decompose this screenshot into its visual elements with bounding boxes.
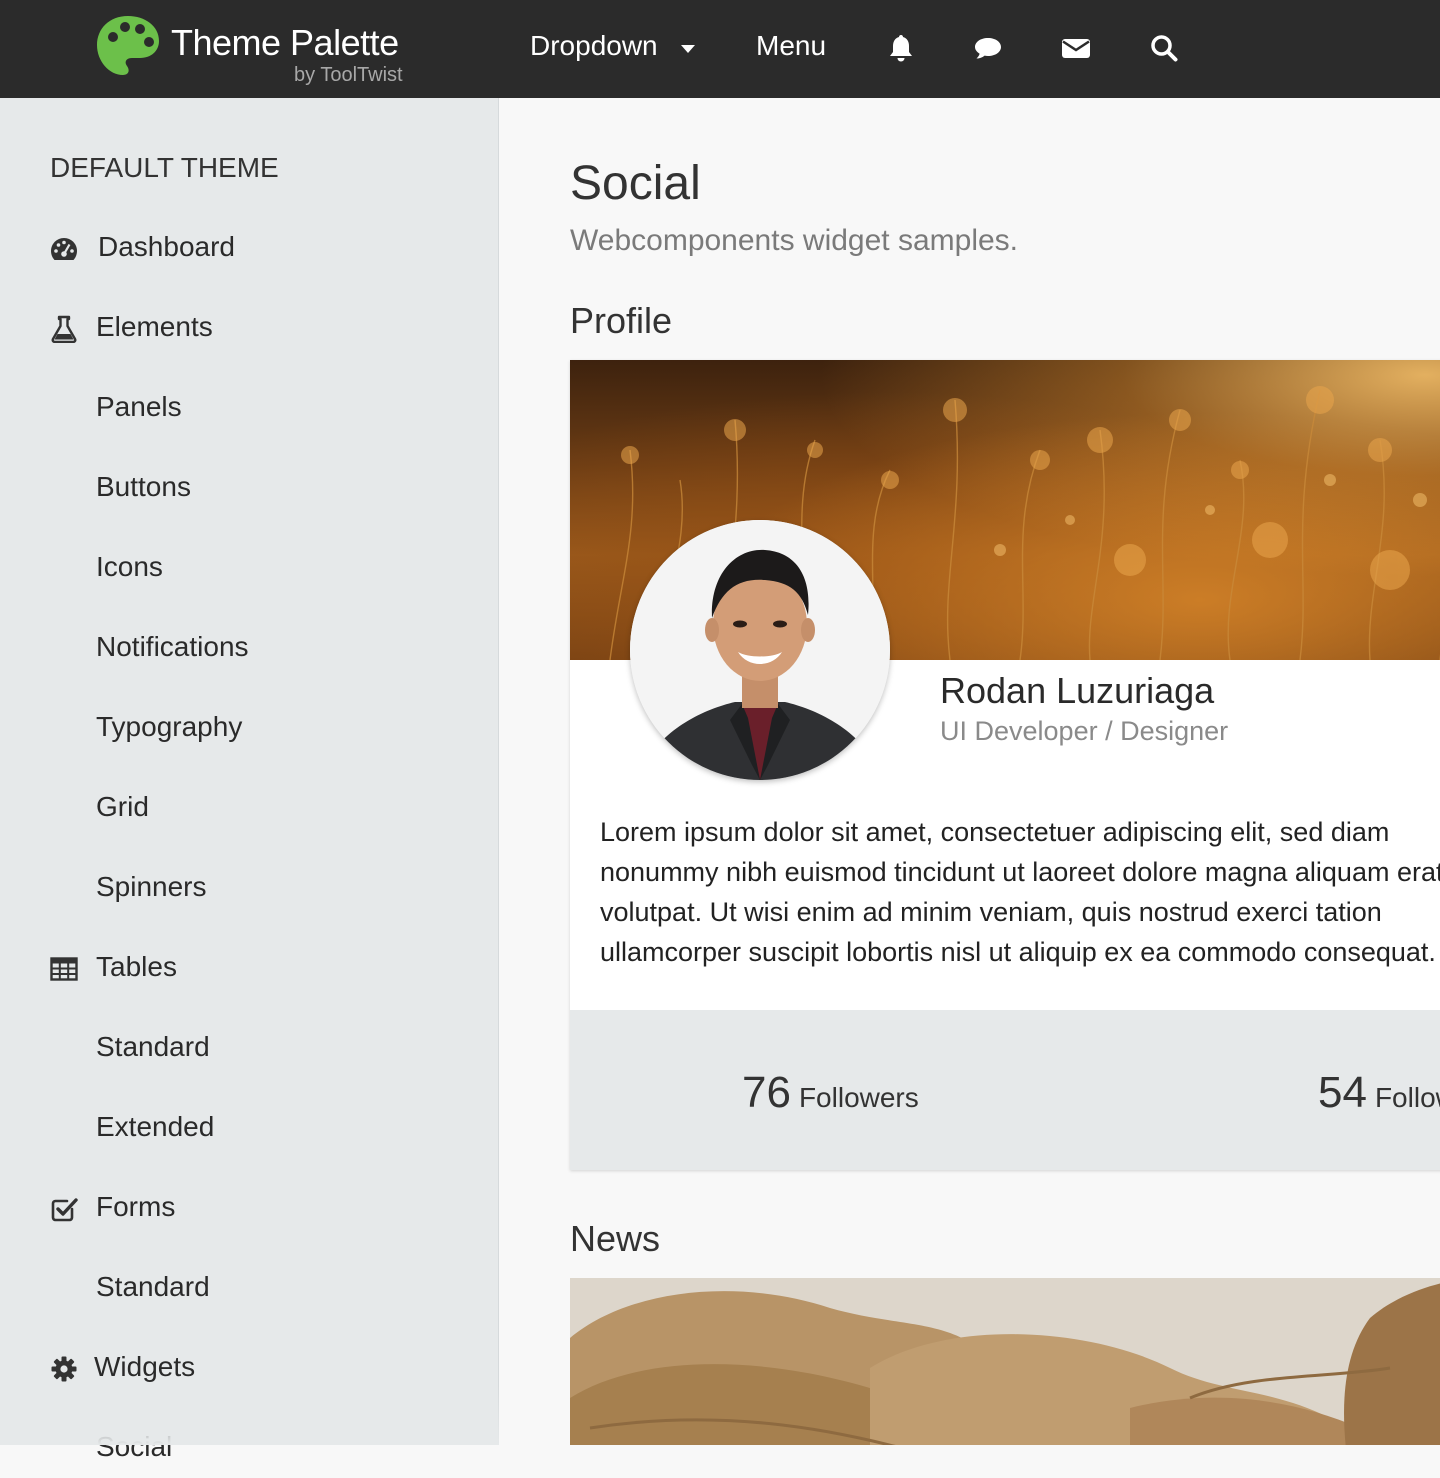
page-subtitle: Webcomponents widget samples. [570,224,1019,257]
table-icon [50,955,78,983]
sidebar-item-dashboard[interactable]: Dashboard [0,218,499,278]
sidebar-item-grid[interactable]: Grid [0,778,499,838]
profile-stats: 76Followers 54Following [570,1010,1440,1170]
sidebar-item-label: Dashboard [98,231,235,262]
sidebar-item-buttons[interactable]: Buttons [0,458,499,518]
nav-menu[interactable]: Menu [756,30,826,62]
search-icon[interactable] [1149,33,1179,63]
avatar [630,520,890,780]
news-image [570,1278,1440,1445]
profile-card: Rodan Luzuriaga UI Developer / Designer … [570,360,1440,1170]
sidebar-item-tables[interactable]: Tables [0,938,499,998]
sidebar-item-label: Forms [96,1191,176,1222]
flask-icon [50,315,78,343]
sidebar-item-elements[interactable]: Elements [0,298,499,358]
brand-title[interactable]: Theme Palette [171,22,399,64]
profile-heading: Profile [570,300,673,341]
nav-dropdown[interactable]: Dropdown [530,30,658,62]
sidebar-heading: DEFAULT THEME [50,152,279,183]
sidebar-item-label: Notifications [96,631,249,662]
sidebar-item-spinners[interactable]: Spinners [0,858,499,918]
brand-subtitle: by ToolTwist [294,64,403,86]
sidebar-item-label: Spinners [96,871,207,902]
sidebar-item-label: Standard [96,1031,210,1062]
sidebar-item-label: Buttons [96,471,191,502]
sidebar-item-label: Typography [96,711,243,742]
caret-down-icon[interactable] [681,45,695,53]
profile-role: UI Developer / Designer [940,716,1229,746]
main-content: Social Webcomponents widget samples. Pro… [500,98,1440,1445]
sidebar-item-label: Tables [96,951,177,982]
following-count: 54 [1318,1068,1367,1117]
sidebar-item-typography[interactable]: Typography [0,698,499,758]
sidebar-item-notifications[interactable]: Notifications [0,618,499,678]
sidebar-item-label: Icons [96,551,163,582]
sidebar-item-tables-standard[interactable]: Standard [0,1018,499,1078]
envelope-icon[interactable] [1061,33,1091,63]
check-square-icon [50,1195,78,1223]
sidebar-item-panels[interactable]: Panels [0,378,499,438]
sidebar-item-label: Grid [96,791,149,822]
sidebar-item-label: Elements [96,311,213,342]
sidebar-item-forms-standard[interactable]: Standard [0,1258,499,1318]
palette-icon[interactable] [95,13,161,79]
top-navbar: Theme Palette by ToolTwist Dropdown Menu [0,0,1440,98]
followers-stat[interactable]: 76 Followers [742,1068,919,1118]
gear-icon [50,1355,78,1383]
profile-name[interactable]: Rodan Luzuriaga [940,670,1214,712]
following-label: Following [1374,1082,1440,1113]
sidebar: DEFAULT THEME Dashboard Elements Panels … [0,98,499,1462]
followers-count: 76 [742,1068,791,1117]
news-heading: News [570,1218,661,1259]
sidebar-item-label: Panels [96,391,182,422]
sidebar-item-label: Standard [96,1271,210,1302]
comment-icon[interactable] [973,33,1003,63]
sidebar-item-label: Extended [96,1111,215,1142]
page-title: Social [570,157,701,210]
profile-bio: Lorem ipsum dolor sit amet, consectetuer… [600,817,1440,967]
sidebar-item-tables-extended[interactable]: Extended [0,1098,499,1158]
sidebar-item-icons[interactable]: Icons [0,538,499,598]
dashboard-icon [50,235,78,263]
sidebar-item-forms[interactable]: Forms [0,1178,499,1238]
following-stat[interactable]: 54Following [1318,1068,1440,1118]
followers-label: Followers [798,1082,919,1113]
sidebar-fade [0,1385,499,1445]
sidebar-item-label: Widgets [94,1351,196,1382]
bell-icon[interactable] [886,33,916,63]
